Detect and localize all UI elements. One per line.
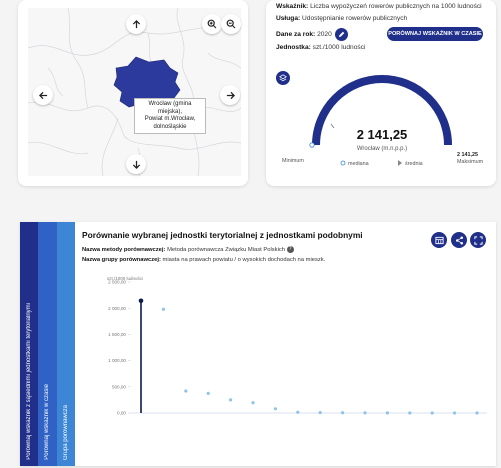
y-tick-label: 2 500,00 bbox=[108, 280, 126, 285]
method-value: Metoda porównawcza Związku Miast Polskic… bbox=[167, 247, 285, 254]
tooltip-line: Powiat m.Wrocław, bbox=[144, 116, 196, 122]
map-card: Wrocław (gmina miejska), Powiat m.Wrocła… bbox=[18, 0, 248, 186]
data-point[interactable] bbox=[408, 411, 412, 415]
gauge-value: 2 141,25 bbox=[356, 127, 408, 142]
tab-label: Porównaj wskaźnik w czasie bbox=[44, 384, 51, 460]
arrow-up-icon bbox=[132, 19, 140, 28]
comparison-chart: szt./1000 ludności 0,00500,001 000,001 5… bbox=[107, 276, 487, 416]
compare-in-time-button[interactable]: PORÓWNAJ WSKAŹNIK W CZASIE bbox=[387, 27, 483, 41]
arrow-right-icon bbox=[226, 91, 235, 99]
data-point-selected[interactable] bbox=[138, 298, 144, 304]
tab-label: Grupa porównawcza bbox=[62, 404, 69, 460]
comparison-tabs: Porównaj wskaźnik z sąsiednimi jednostka… bbox=[20, 222, 75, 466]
method-row: Nazwa metody porównawczej: Metoda porówn… bbox=[82, 246, 294, 253]
gauge-max-label: Maksimum bbox=[457, 159, 484, 165]
indicator-value: Liczba wypożyczeń rowerów publicznych na… bbox=[310, 3, 482, 10]
tab-comparison-group[interactable]: Grupa porównawcza bbox=[56, 222, 75, 466]
indicator-row: Wskaźnik: Liczba wypożyczeń rowerów publ… bbox=[276, 3, 482, 10]
indicator-label: Wskaźnik: bbox=[276, 3, 309, 10]
tooltip-line: Wrocław (gmina miejska), bbox=[148, 101, 192, 115]
y-tick-label: 0,00 bbox=[117, 411, 126, 416]
arrow-left-icon bbox=[38, 91, 47, 99]
y-tick-label: 1 500,00 bbox=[108, 332, 126, 337]
data-point[interactable] bbox=[229, 398, 233, 402]
data-point[interactable] bbox=[363, 411, 367, 415]
map-tooltip: Wrocław (gmina miejska), Powiat m.Wrocła… bbox=[134, 98, 206, 134]
year-row: Dane za rok: 2020 bbox=[276, 31, 332, 38]
tab-neighbour-units[interactable]: Porównaj wskaźnik z sąsiednimi jednostka… bbox=[20, 222, 39, 466]
year-label: Dane za rok: bbox=[276, 31, 316, 38]
unit-row: Jednostka: szt./1000 ludności bbox=[276, 44, 365, 51]
y-tick-label: 500,00 bbox=[112, 384, 126, 389]
fullscreen-icon bbox=[473, 235, 483, 245]
share-button[interactable] bbox=[451, 232, 467, 248]
fullscreen-button[interactable] bbox=[470, 232, 486, 248]
gauge-unit-name: Wrocław (m.n.p.p.) bbox=[356, 146, 408, 152]
comparison-card: Porównaj wskaźnik z sąsiednimi jednostka… bbox=[20, 222, 496, 466]
data-point[interactable] bbox=[430, 411, 434, 415]
gauge-mean-label: średnia bbox=[405, 161, 423, 167]
comparison-title: Porównanie wybranej jednostki terytorial… bbox=[82, 230, 363, 240]
pan-right-button[interactable] bbox=[220, 85, 240, 105]
group-row: Nazwa grupy porównawczej: miasta na praw… bbox=[82, 257, 325, 263]
data-point[interactable] bbox=[251, 401, 255, 405]
pencil-icon bbox=[339, 31, 345, 37]
method-label: Nazwa metody porównawczej: bbox=[82, 247, 166, 254]
gauge-max-value: 2 141,25 bbox=[457, 152, 478, 158]
y-tick-label: 2 000,00 bbox=[108, 306, 126, 311]
zoom-in-icon bbox=[207, 19, 217, 29]
group-value: miasta na prawach powiatu / o wysokich d… bbox=[162, 257, 326, 263]
unit-value: szt./1000 ludności bbox=[312, 44, 366, 51]
service-value: Udostępnianie rowerów publicznych bbox=[302, 15, 408, 22]
gauge-min-label: Minimum bbox=[282, 158, 304, 164]
tab-compare-in-time[interactable]: Porównaj wskaźnik w czasie bbox=[38, 222, 57, 466]
unit-label: Jednostka: bbox=[276, 44, 311, 51]
data-point[interactable] bbox=[318, 410, 322, 415]
data-point[interactable] bbox=[273, 407, 277, 411]
data-point[interactable] bbox=[385, 411, 389, 415]
layers-button[interactable] bbox=[276, 71, 290, 85]
info-icon[interactable]: ? bbox=[286, 246, 294, 253]
edit-year-button[interactable] bbox=[335, 28, 348, 41]
data-point[interactable] bbox=[453, 411, 457, 415]
table-view-button[interactable] bbox=[431, 232, 447, 248]
layers-icon bbox=[279, 74, 287, 82]
y-tick-label: 1 000,00 bbox=[108, 358, 126, 363]
zoom-in-button[interactable] bbox=[202, 14, 222, 34]
data-point[interactable] bbox=[475, 411, 479, 415]
year-value: 2020 bbox=[317, 31, 332, 38]
data-point[interactable] bbox=[296, 410, 300, 414]
tooltip-line: dolnośląskie bbox=[153, 123, 187, 130]
zoom-out-button[interactable] bbox=[221, 14, 241, 34]
data-point[interactable] bbox=[161, 307, 165, 311]
tab-label: Porównaj wskaźnik z sąsiednimi jednostka… bbox=[26, 303, 33, 460]
gauge-median-label: mediana bbox=[348, 161, 369, 167]
data-point[interactable] bbox=[206, 391, 210, 395]
table-icon bbox=[434, 236, 444, 244]
service-row: Usługa: Udostępnianie rowerów publicznyc… bbox=[276, 15, 407, 22]
zoom-out-icon bbox=[226, 19, 236, 29]
pan-left-button[interactable] bbox=[33, 85, 53, 105]
data-point[interactable] bbox=[184, 389, 188, 393]
pan-down-button[interactable] bbox=[126, 154, 146, 174]
pan-up-button[interactable] bbox=[126, 14, 146, 34]
share-icon bbox=[455, 236, 463, 244]
service-label: Usługa: bbox=[276, 15, 301, 22]
group-label: Nazwa grupy porównawczej: bbox=[82, 257, 161, 263]
data-point[interactable] bbox=[341, 411, 345, 415]
arrow-down-icon bbox=[132, 160, 140, 169]
